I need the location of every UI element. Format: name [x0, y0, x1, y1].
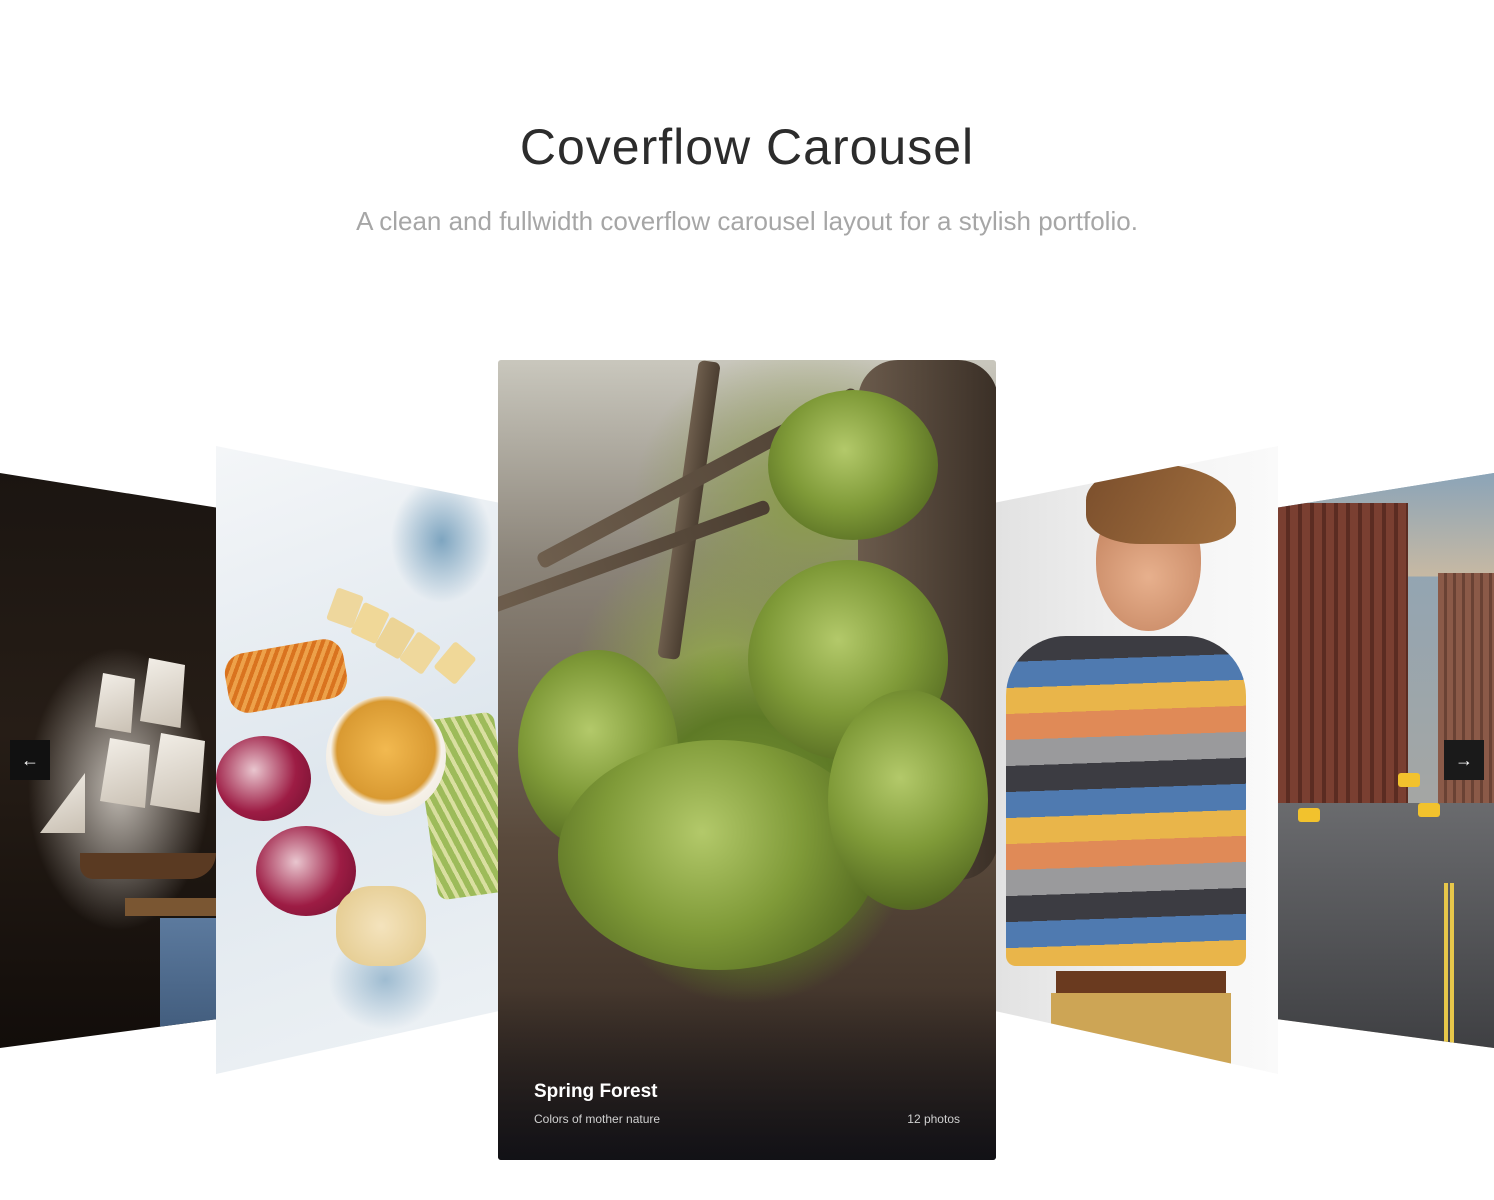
taxi-shape — [1418, 803, 1440, 817]
slide-food-platter[interactable] — [216, 446, 498, 1074]
arrow-right-icon: → — [1455, 750, 1473, 770]
sail-shape — [40, 773, 85, 833]
pants-shape — [1051, 993, 1231, 1074]
slide-subtitle: Colors of mother nature — [534, 1112, 661, 1126]
slide-man-sweater[interactable] — [996, 446, 1278, 1074]
jeans-shape — [160, 918, 216, 1048]
ship-stand — [125, 898, 216, 916]
street-shape — [1278, 803, 1494, 1048]
carousel-prev-button[interactable]: ← — [10, 740, 50, 780]
fries-shape — [221, 636, 351, 716]
bread-shape — [336, 886, 426, 966]
moss-shape — [768, 390, 938, 540]
sail-shape — [140, 658, 185, 728]
slide-title[interactable]: Spring Forest — [534, 1081, 658, 1103]
lane-line-shape — [1450, 883, 1454, 1048]
branch-shape — [657, 360, 721, 661]
radicchio-shape — [216, 736, 311, 821]
ship-hull — [80, 853, 216, 879]
hair-shape — [1086, 464, 1236, 544]
lane-line-shape — [1444, 883, 1448, 1048]
taxi-shape — [1298, 808, 1320, 822]
building-shape — [1278, 503, 1408, 813]
carousel-next-button[interactable]: → — [1444, 740, 1484, 780]
sweater-shape — [1006, 636, 1246, 966]
coverflow-carousel: Spring Forest Colors of mother nature 12… — [0, 360, 1494, 1160]
moss-shape — [828, 690, 988, 910]
page-subtitle: A clean and fullwidth coverflow carousel… — [356, 206, 1138, 236]
dip-bowl-shape — [326, 696, 446, 816]
arrow-left-icon: ← — [21, 750, 39, 770]
caption-overlay — [498, 990, 996, 1160]
sail-shape — [95, 673, 135, 733]
sail-shape — [150, 733, 205, 813]
photo-count: 12 photos — [907, 1112, 960, 1126]
sail-shape — [100, 738, 150, 808]
taxi-shape — [1398, 773, 1420, 787]
slide-spring-forest[interactable]: Spring Forest Colors of mother nature 12… — [498, 360, 996, 1160]
belt-shape — [1056, 971, 1226, 993]
page-title: Coverflow Carousel — [519, 119, 975, 175]
